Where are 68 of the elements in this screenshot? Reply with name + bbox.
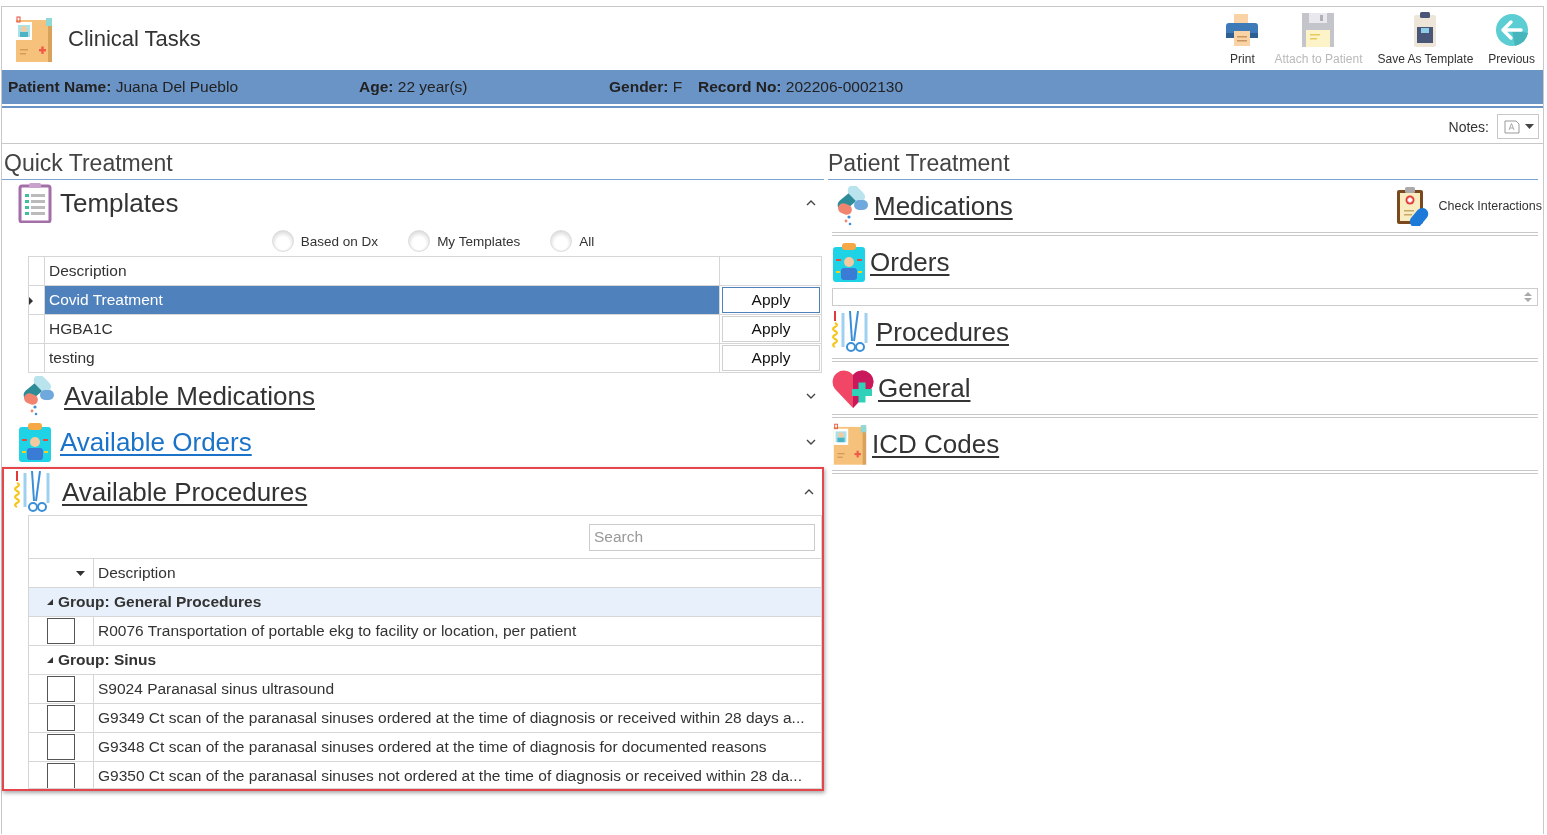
checkbox[interactable] (47, 618, 75, 644)
id-badge-icon (832, 242, 866, 282)
patient-field: Patient Name: Juana Del Pueblo (8, 78, 359, 96)
checkbox[interactable] (47, 734, 75, 760)
apply-button[interactable]: Apply (722, 345, 820, 371)
clipboard-list-icon (18, 183, 52, 223)
column-header[interactable]: Description (44, 256, 720, 286)
radio-label[interactable]: Based on Dx (300, 233, 379, 249)
id-badge-icon (18, 422, 52, 462)
patient-field: Gender: F (609, 78, 698, 96)
collapse-triangle-icon[interactable] (47, 657, 53, 663)
clinical-folder-icon (14, 15, 54, 62)
check-interactions-button[interactable]: Check Interactions (1396, 186, 1542, 226)
notes-dropdown[interactable] (1497, 114, 1539, 139)
procedure-cell: R0076 Transportation of portable ekg to facility or location, per patient (94, 617, 821, 646)
radio-label[interactable]: All (579, 233, 595, 249)
checkbox[interactable] (47, 676, 75, 702)
template-row[interactable]: Covid Treatment (44, 285, 720, 315)
expand-chevron-icon[interactable] (806, 393, 816, 399)
filter-radio[interactable]: All (550, 230, 595, 252)
checkbox[interactable] (47, 763, 75, 788)
radio-icon[interactable] (550, 230, 573, 252)
filter-radio[interactable]: Based on Dx (271, 230, 379, 252)
orders-link[interactable]: Orders (870, 246, 1538, 278)
save-as-template-button[interactable]: Save As Template (1375, 11, 1476, 66)
available-orders-link[interactable]: Available Orders (60, 426, 806, 458)
collapse-chevron-icon[interactable] (806, 200, 816, 206)
previous-button[interactable]: Previous (1486, 13, 1537, 66)
printer-icon (1225, 13, 1260, 47)
general-link[interactable]: General (878, 372, 1538, 404)
patient-field: Record No: 202206-0002130 (698, 78, 1543, 96)
apply-button[interactable]: Apply (722, 287, 820, 313)
sort-caret-icon[interactable] (76, 570, 85, 576)
spin-field[interactable] (832, 288, 1538, 306)
checkbox[interactable] (47, 705, 75, 731)
search-field[interactable]: Search (589, 523, 815, 551)
medications-link[interactable]: Medications (874, 190, 1397, 222)
section-heading: Quick Treatment (2, 144, 824, 180)
template-row[interactable]: HGBA1C (44, 314, 720, 344)
patient-field: Age: 22 year(s) (359, 78, 609, 96)
app-title: Clinical Tasks (68, 25, 202, 52)
radio-icon[interactable] (271, 230, 294, 252)
procedure-cell: S9024 Paranasal sinus ultrasound (94, 675, 821, 704)
procedures-link[interactable]: Procedures (876, 316, 1538, 348)
icd-codes-link[interactable]: ICD Codes (872, 428, 1538, 460)
procedure-cell: G9350 Ct scan of the paranasal sinuses not ordered at the time of diagnosis or received within 28 da... (94, 762, 821, 788)
templates-title: Templates (60, 187, 180, 219)
notes-label: Notes: (1448, 118, 1489, 135)
available-procedures-link[interactable]: Available Procedures (62, 476, 804, 508)
procedure-cell: G9348 Ct scan of the paranasal sinuses ordered at the time of diagnosis for documented reasons (94, 733, 821, 762)
document-icon (1504, 119, 1520, 134)
section-heading: Patient Treatment (828, 144, 1538, 180)
collapse-chevron-icon[interactable] (804, 489, 814, 495)
radio-icon[interactable] (408, 230, 431, 252)
group-row[interactable]: Group: General Procedures (29, 588, 821, 617)
dropdown-caret-icon (1525, 124, 1534, 129)
clipboard-icon (1413, 11, 1438, 47)
radio-label[interactable]: My Templates (437, 233, 521, 249)
group-row[interactable]: Group: Sinus (29, 646, 821, 675)
expand-chevron-icon[interactable] (806, 439, 816, 445)
available-medications-link[interactable]: Available Medications (64, 380, 806, 412)
print-button[interactable]: Print (1223, 13, 1262, 66)
template-row[interactable]: testing (44, 343, 720, 373)
medical-folder-icon (832, 423, 868, 465)
procedure-cell: G9349 Ct scan of the paranasal sinuses ordered at the time of diagnosis or received within 28 days a... (94, 704, 821, 733)
apply-button[interactable]: Apply (722, 316, 820, 342)
filter-radio[interactable]: My Templates (408, 230, 521, 252)
collapse-triangle-icon[interactable] (47, 599, 53, 605)
